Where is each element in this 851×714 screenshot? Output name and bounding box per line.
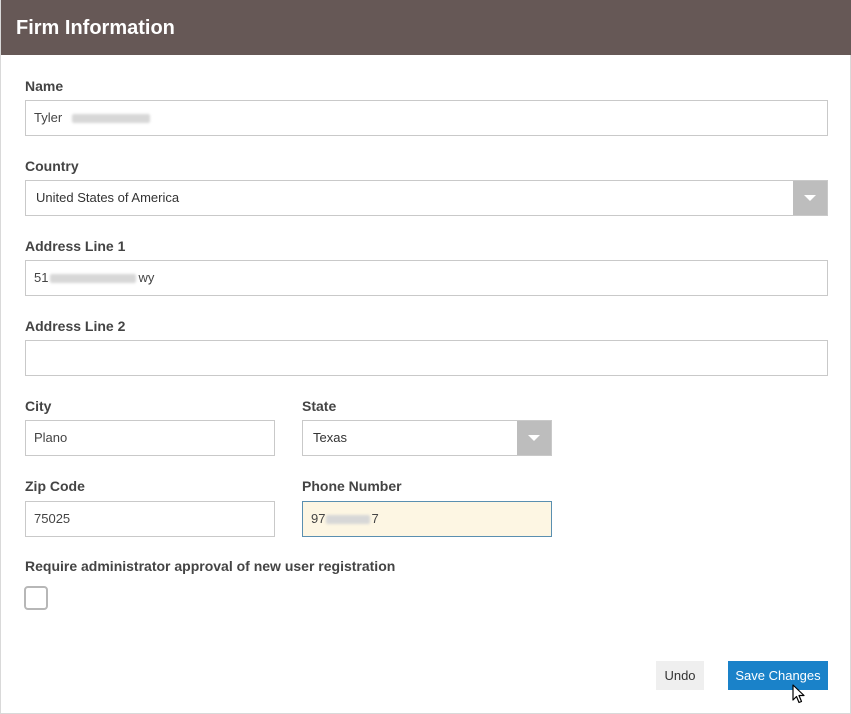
state-label: State: [302, 398, 337, 414]
phone-number-prefix: 97: [311, 511, 326, 526]
phone-number-suffix: 7: [371, 511, 379, 526]
zip-code-field[interactable]: 75025: [25, 501, 275, 537]
undo-button[interactable]: Undo: [656, 661, 704, 690]
firm-information-panel: Firm Information Name Tyler Country Unit…: [0, 0, 851, 714]
city-value: Plano: [34, 430, 68, 445]
panel-header: Firm Information: [1, 0, 851, 55]
state-dropdown-button[interactable]: [517, 421, 551, 455]
state-value: Texas: [313, 430, 347, 445]
approval-checkbox[interactable]: [24, 586, 48, 610]
redacted-text: [50, 274, 137, 284]
address-line-1-label: Address Line 1: [25, 238, 126, 254]
name-value: Tyler: [34, 110, 63, 125]
zip-code-label: Zip Code: [25, 478, 85, 494]
redacted-text: [71, 114, 150, 124]
address-line-1-suffix: wy: [138, 270, 155, 285]
chevron-down-icon: [804, 195, 816, 201]
chevron-down-icon: [528, 435, 540, 441]
save-changes-button[interactable]: Save Changes: [728, 661, 828, 690]
country-value: United States of America: [36, 190, 180, 205]
phone-number-field[interactable]: 97 7: [302, 501, 552, 537]
country-select[interactable]: United States of America: [25, 180, 828, 216]
name-label: Name: [25, 78, 64, 94]
phone-number-label: Phone Number: [302, 478, 402, 494]
city-label: City: [25, 398, 52, 414]
country-label: Country: [25, 158, 79, 174]
country-dropdown-button[interactable]: [793, 181, 827, 215]
zip-code-value: 75025: [34, 511, 71, 526]
address-line-1-prefix: 51: [34, 270, 49, 285]
page-title: Firm Information: [16, 17, 175, 39]
address-line-2-label: Address Line 2: [25, 318, 126, 334]
address-line-2-field[interactable]: [25, 340, 828, 376]
state-select[interactable]: Texas: [302, 420, 552, 456]
approval-label: Require administrator approval of new us…: [25, 558, 396, 574]
mouse-pointer-icon: [792, 684, 805, 704]
city-field[interactable]: Plano: [25, 420, 275, 456]
address-line-1-field[interactable]: 51 wy: [25, 260, 828, 296]
name-field[interactable]: Tyler: [25, 100, 828, 136]
redacted-text: [326, 515, 371, 525]
